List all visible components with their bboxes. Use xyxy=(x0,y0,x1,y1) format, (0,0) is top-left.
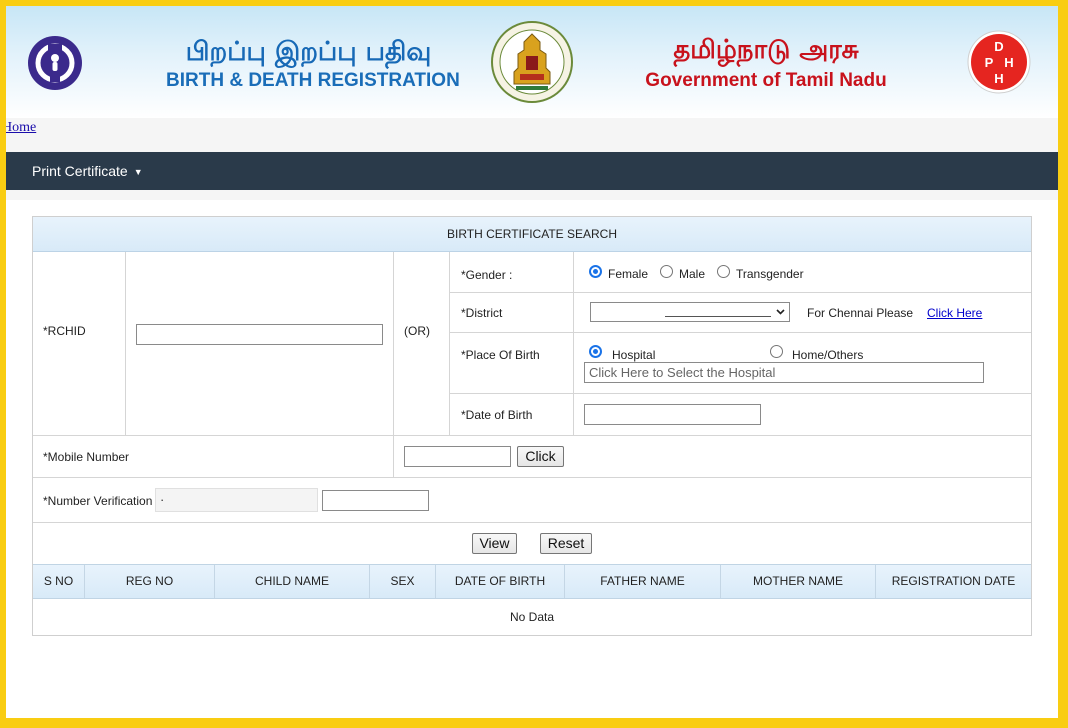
divider xyxy=(449,252,450,435)
column-sno: S NO xyxy=(33,565,85,598)
rchid-label: *RCHID xyxy=(43,324,86,338)
column-father-name: FATHER NAME xyxy=(565,565,721,598)
view-button[interactable]: View xyxy=(472,533,517,554)
gender-female-label: Female xyxy=(608,267,649,281)
place-hospital-radio[interactable] xyxy=(589,345,602,358)
dob-label: *Date of Birth xyxy=(461,408,533,422)
select-underline xyxy=(665,316,771,317)
mobile-input[interactable] xyxy=(404,446,511,467)
tamil-title: பிறப்பு இறப்பு பதிவு xyxy=(185,37,432,67)
gender-transgender-label: Transgender xyxy=(736,267,804,281)
rchid-input[interactable] xyxy=(136,324,383,345)
column-registration-date: REGISTRATION DATE xyxy=(891,574,1016,588)
dph-letter-h1: H xyxy=(1004,55,1013,70)
dph-logo-icon: D P H H xyxy=(967,30,1031,94)
hospital-select-input[interactable] xyxy=(584,362,984,383)
form-title: BIRTH CERTIFICATE SEARCH xyxy=(33,217,1031,252)
verification-label: *Number Verification xyxy=(43,494,153,508)
divider xyxy=(33,435,1031,436)
chevron-down-icon xyxy=(776,309,785,315)
captcha-code-box: · xyxy=(155,488,318,512)
place-hospital-label: Hospital xyxy=(612,348,656,362)
place-home-radio[interactable] xyxy=(770,345,783,358)
ihip-logo-icon xyxy=(28,36,82,90)
gender-female-radio[interactable] xyxy=(589,265,602,278)
registration-title: பிறப்பு இறப்பு பதிவு BIRTH & DEATH REGIS… xyxy=(166,36,460,92)
divider xyxy=(573,252,574,435)
divider xyxy=(33,522,1031,523)
district-select[interactable] xyxy=(590,302,790,322)
english-title: BIRTH & DEATH REGISTRATION xyxy=(166,70,460,91)
gender-label: *Gender : xyxy=(461,268,513,282)
nav-sub-strip xyxy=(6,190,1058,200)
place-of-birth-label: *Place Of Birth xyxy=(461,348,540,362)
divider xyxy=(393,252,394,477)
or-label: (OR) xyxy=(404,324,430,338)
divider xyxy=(125,252,126,435)
tamil-nadu-emblem-icon xyxy=(491,21,573,103)
chennai-text: For Chennai Please xyxy=(807,306,914,320)
gender-transgender-radio[interactable] xyxy=(717,265,730,278)
reset-button[interactable]: Reset xyxy=(540,533,592,554)
verification-input[interactable] xyxy=(322,490,429,511)
home-link[interactable]: Home xyxy=(6,120,36,136)
caret-down-icon: ▼ xyxy=(133,167,143,178)
mobile-label: *Mobile Number xyxy=(43,450,130,464)
print-certificate-label: Print Certificate xyxy=(32,163,128,179)
dob-input[interactable] xyxy=(584,404,761,425)
results-table-header: S NO REG NO CHILD NAME SEX DATE OF BIRTH… xyxy=(33,564,1031,599)
gender-male-radio[interactable] xyxy=(660,265,673,278)
chennai-click-here-link[interactable]: Click Here xyxy=(927,306,982,320)
district-label: *District xyxy=(461,306,503,320)
column-date-of-birth: DATE OF BIRTH xyxy=(436,565,565,598)
column-child-name: CHILD NAME xyxy=(215,565,370,598)
breadcrumb: Home xyxy=(6,118,1058,152)
print-certificate-menu[interactable]: Print Certificate ▼ xyxy=(32,152,143,190)
birth-certificate-search-form: BIRTH CERTIFICATE SEARCH *RCHID (OR) *Ge… xyxy=(32,216,1032,636)
govt-english-title: Government of Tamil Nadu xyxy=(645,70,887,91)
government-title: தமிழ்நாடு அரசு Government of Tamil Nadu xyxy=(640,34,892,92)
main-navbar: Print Certificate ▼ xyxy=(6,152,1058,190)
govt-tamil-title: தமிழ்நாடு அரசு xyxy=(673,35,859,65)
no-data-message: No Data xyxy=(509,610,555,624)
column-reg-no: REG NO xyxy=(85,565,215,598)
column-sex: SEX xyxy=(370,565,436,598)
column-mother-name: MOTHER NAME xyxy=(721,565,876,598)
gender-male-label: Male xyxy=(679,267,706,281)
divider xyxy=(449,332,1031,333)
divider xyxy=(449,292,1031,293)
dph-letter-h2: H xyxy=(994,71,1003,86)
place-home-label: Home/Others xyxy=(792,348,864,362)
site-header: பிறப்பு இறப்பு பதிவு BIRTH & DEATH REGIS… xyxy=(6,6,1058,118)
divider xyxy=(449,393,1031,394)
dph-letter-d: D xyxy=(994,39,1003,54)
mobile-click-button[interactable]: Click xyxy=(517,446,564,467)
divider xyxy=(33,477,1031,478)
dph-letter-p: P xyxy=(985,55,994,70)
